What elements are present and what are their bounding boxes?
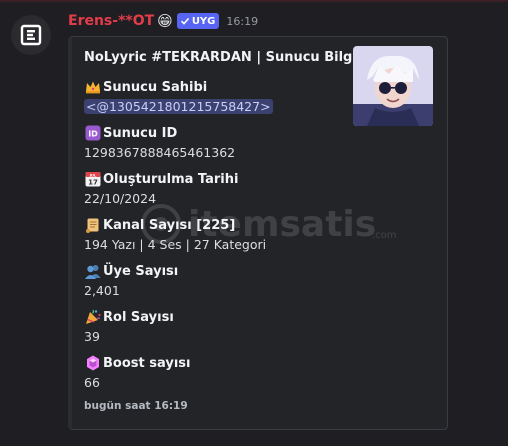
field-value: 39 bbox=[84, 329, 100, 344]
verified-check-icon bbox=[180, 17, 190, 25]
field-name-label: Oluşturulma Tarihi bbox=[103, 171, 239, 187]
top-divider bbox=[0, 0, 508, 2]
message-header: Erens-**OT 😁 UYG 16:19 bbox=[68, 10, 258, 32]
avatar[interactable] bbox=[11, 15, 51, 55]
boost-gem-icon bbox=[84, 354, 102, 372]
username[interactable]: Erens-**OT bbox=[68, 13, 154, 29]
app-badge: UYG bbox=[176, 13, 220, 29]
anime-avatar-image bbox=[353, 46, 433, 126]
field-value: 66 bbox=[84, 375, 100, 390]
field-channel-count: Kanal Sayısı [225] 194 Yazı | 4 Ses | 27… bbox=[84, 215, 266, 255]
field-server-owner: Sunucu Sahibi <@1305421801215758427> bbox=[84, 77, 273, 117]
svg-text:JUL: JUL bbox=[89, 173, 97, 177]
svg-text:17: 17 bbox=[88, 179, 98, 187]
field-role-count: Rol Sayısı 39 bbox=[84, 307, 174, 347]
embed-footer: bugün saat 16:19 bbox=[84, 400, 188, 412]
field-name-label: Kanal Sayısı [225] bbox=[103, 217, 236, 233]
field-member-count: Üye Sayısı 2,401 bbox=[84, 261, 178, 301]
id-icon: ID bbox=[84, 124, 102, 142]
message-timestamp[interactable]: 16:19 bbox=[226, 15, 258, 28]
field-value: 22/10/2024 bbox=[84, 191, 157, 206]
bot-logo-icon bbox=[20, 24, 42, 46]
field-created-date: JUL 17 Oluşturulma Tarihi 22/10/2024 bbox=[84, 169, 238, 209]
grin-emoji-icon: 😁 bbox=[157, 12, 173, 30]
users-icon bbox=[84, 262, 102, 280]
field-name-label: Rol Sayısı bbox=[103, 309, 174, 325]
field-server-id: ID Sunucu ID 1298367888465461362 bbox=[84, 123, 235, 163]
party-popper-icon bbox=[84, 308, 102, 326]
embed-title: NoLyyric #TEKRARDAN | Sunucu Bilgileri bbox=[84, 50, 381, 65]
owner-mention[interactable]: <@1305421801215758427> bbox=[84, 99, 273, 114]
calendar-icon: JUL 17 bbox=[84, 170, 102, 188]
field-name-label: Sunucu ID bbox=[103, 125, 178, 141]
scroll-icon bbox=[84, 216, 102, 234]
server-info-embed: NoLyyric #TEKRARDAN | Sunucu Bilgileri S… bbox=[68, 36, 448, 430]
field-value: 1298367888465461362 bbox=[84, 145, 236, 160]
crown-icon bbox=[84, 78, 102, 96]
field-value: 194 Yazı | 4 Ses | 27 Kategori bbox=[84, 237, 267, 252]
badge-label: UYG bbox=[191, 15, 216, 27]
field-value: 2,401 bbox=[84, 283, 120, 298]
field-name-label: Sunucu Sahibi bbox=[103, 79, 208, 95]
field-name-label: Üye Sayısı bbox=[103, 263, 179, 279]
svg-text:ID: ID bbox=[88, 130, 98, 139]
field-name-label: Boost sayısı bbox=[103, 355, 191, 371]
field-boost-count: Boost sayısı 66 bbox=[84, 353, 190, 393]
embed-thumbnail[interactable] bbox=[353, 46, 433, 126]
